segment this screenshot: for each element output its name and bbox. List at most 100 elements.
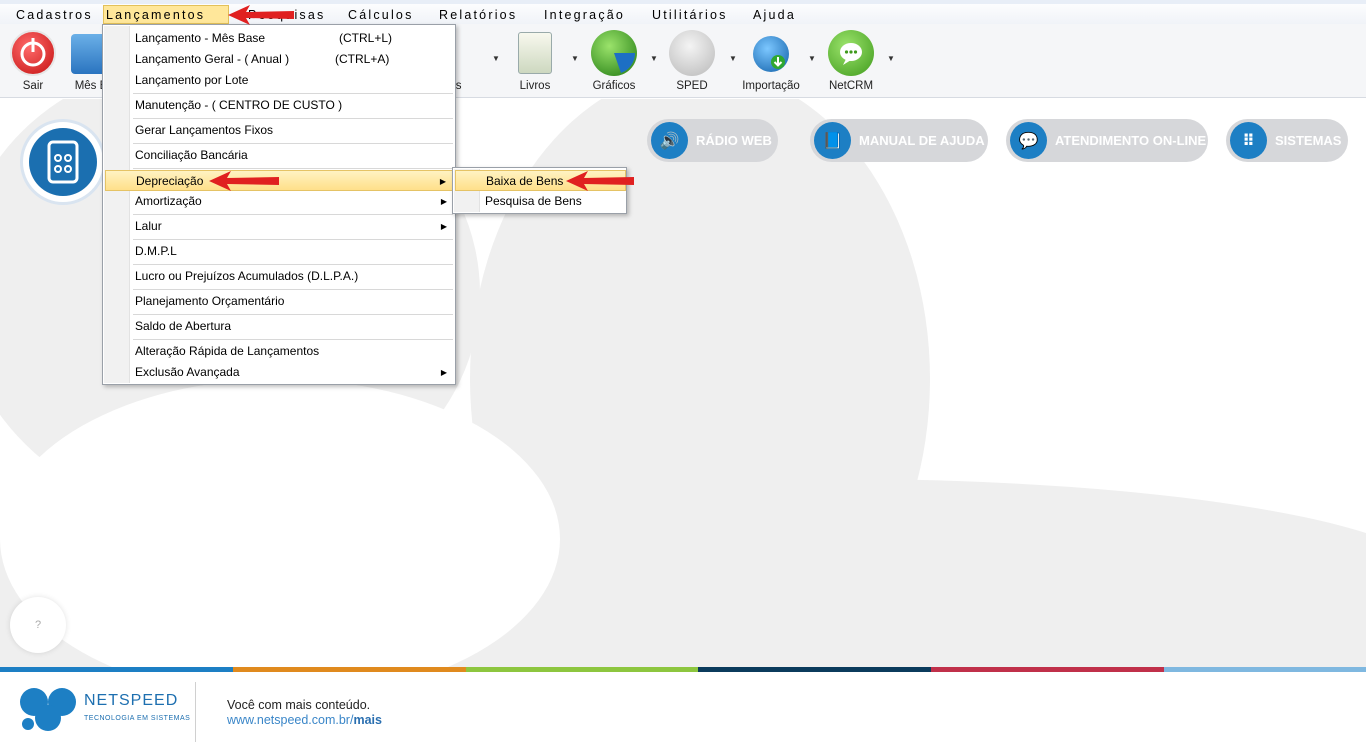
radio-web-button[interactable]: 🔊 RÁDIO WEB bbox=[647, 119, 778, 162]
menu-separator bbox=[133, 93, 453, 94]
menu-item-label: Amortização bbox=[135, 194, 202, 208]
menu-item-label: Exclusão Avançada bbox=[135, 365, 240, 379]
graficos-label: Gráficos bbox=[592, 80, 636, 92]
menu-item-lancamento-geral[interactable]: Lançamento Geral - ( Anual ) (CTRL+A) bbox=[105, 49, 453, 70]
menu-item-label: Saldo de Abertura bbox=[135, 319, 232, 333]
menu-item-label: Lançamento por Lote bbox=[135, 73, 249, 87]
menu-item-dlpa[interactable]: Lucro ou Prejuízos Acumulados (D.L.P.A.) bbox=[105, 266, 453, 287]
chat-icon bbox=[828, 30, 874, 76]
menu-item-label: D.M.P.L bbox=[135, 244, 177, 258]
menu-separator bbox=[133, 168, 453, 169]
annotation-arrow-icon bbox=[228, 5, 294, 25]
menu-relatorios[interactable]: Relatórios bbox=[437, 6, 519, 24]
menu-item-alteracao-rapida[interactable]: Alteração Rápida de Lançamentos bbox=[105, 341, 453, 362]
chevron-down-icon[interactable]: ▼ bbox=[808, 54, 816, 63]
grid-dots-icon: ⠿ bbox=[1230, 122, 1267, 159]
submenu-arrow-icon: ▶ bbox=[440, 222, 447, 231]
sistemas-label: SISTEMAS bbox=[1275, 133, 1342, 148]
calculator-badge[interactable] bbox=[20, 119, 106, 205]
lancamentos-dropdown: Lançamento - Mês Base (CTRL+L) Lançamento… bbox=[102, 24, 456, 385]
footer-link-suffix: mais bbox=[353, 713, 382, 727]
footer-message: Você com mais conteúdo. bbox=[227, 698, 371, 712]
menu-calculos[interactable]: Cálculos bbox=[346, 6, 416, 24]
menu-item-label: Pesquisa de Bens bbox=[485, 194, 582, 208]
chat-bubbles-icon: 💬 bbox=[1010, 122, 1047, 159]
radio-web-label: RÁDIO WEB bbox=[696, 133, 772, 148]
livros-button[interactable]: Livros bbox=[500, 28, 570, 96]
shortcut-label: (CTRL+A) bbox=[335, 52, 390, 66]
annotation-arrow-icon bbox=[566, 171, 634, 191]
menu-item-saldo-de-abertura[interactable]: Saldo de Abertura bbox=[105, 316, 453, 337]
sistemas-button[interactable]: ⠿ SISTEMAS bbox=[1226, 119, 1348, 162]
menu-item-label: Lançamento Geral - ( Anual ) bbox=[135, 52, 290, 66]
menu-item-label: Lucro ou Prejuízos Acumulados (D.L.P.A.) bbox=[135, 269, 359, 283]
submenu-arrow-icon: ▶ bbox=[440, 197, 447, 206]
menu-item-pesquisa-de-bens[interactable]: Pesquisa de Bens bbox=[455, 191, 626, 212]
chevron-down-icon[interactable]: ▼ bbox=[492, 54, 500, 63]
submenu-arrow-icon: ▶ bbox=[440, 368, 447, 377]
menu-separator bbox=[133, 118, 453, 119]
chevron-down-icon[interactable]: ▼ bbox=[887, 54, 895, 63]
netspeed-logo-icon bbox=[20, 688, 76, 731]
manual-ajuda-button[interactable]: 📘 MANUAL DE AJUDA bbox=[810, 119, 988, 162]
sped-icon bbox=[669, 30, 715, 76]
menu-separator bbox=[133, 264, 453, 265]
title-strip bbox=[0, 0, 1366, 4]
menu-item-manutencao[interactable]: Manutenção - ( CENTRO DE CUSTO ) bbox=[105, 95, 453, 116]
menu-item-label: Manutenção - ( CENTRO DE CUSTO ) bbox=[135, 98, 343, 112]
footer-link-prefix: www.netspeed.com.br/ bbox=[227, 713, 354, 727]
menu-separator bbox=[133, 314, 453, 315]
brand-tagline: TECNOLOGIA EM SISTEMAS bbox=[84, 715, 191, 722]
sped-label: SPED bbox=[676, 80, 708, 92]
annotation-arrow-icon bbox=[209, 171, 279, 191]
calculator-icon bbox=[29, 128, 97, 196]
menu-item-conciliacao-bancaria[interactable]: Conciliação Bancária bbox=[105, 145, 453, 166]
menu-item-label: Baixa de Bens bbox=[486, 174, 564, 188]
power-icon bbox=[10, 30, 56, 76]
menu-item-lancamento-por-lote[interactable]: Lançamento por Lote bbox=[105, 70, 453, 91]
menu-item-exclusao-avancada[interactable]: Exclusão Avançada ▶ bbox=[105, 362, 453, 383]
menu-separator bbox=[133, 289, 453, 290]
menu-item-planejamento-orcamentario[interactable]: Planejamento Orçamentário bbox=[105, 291, 453, 312]
netcrm-label: NetCRM bbox=[828, 80, 874, 92]
menu-lancamentos[interactable]: Lançamentos bbox=[103, 5, 229, 24]
chevron-down-icon[interactable]: ▼ bbox=[571, 54, 579, 63]
menu-item-label: Gerar Lançamentos Fixos bbox=[135, 123, 274, 137]
book-icon: 📘 bbox=[814, 122, 851, 159]
menu-utilitarios[interactable]: Utilitários bbox=[650, 6, 730, 24]
importacao-button[interactable]: Importação bbox=[736, 28, 806, 96]
menu-item-label: Depreciação bbox=[136, 174, 204, 188]
shortcut-label: (CTRL+L) bbox=[339, 31, 393, 45]
footer-divider bbox=[195, 682, 196, 742]
menu-item-lalur[interactable]: Lalur ▶ bbox=[105, 216, 453, 237]
menu-ajuda[interactable]: Ajuda bbox=[751, 6, 798, 24]
netcrm-button[interactable]: NetCRM bbox=[816, 28, 886, 96]
menu-item-label: Lalur bbox=[135, 219, 162, 233]
menu-item-amortizacao[interactable]: Amortização ▶ bbox=[105, 191, 453, 212]
menu-integracao[interactable]: Integração bbox=[542, 6, 627, 24]
graficos-button[interactable]: Gráficos bbox=[579, 28, 649, 96]
globe-download-icon bbox=[753, 36, 789, 72]
books-icon bbox=[518, 32, 552, 74]
atendimento-online-label: ATENDIMENTO ON-LINE bbox=[1055, 133, 1207, 148]
menu-item-label: Conciliação Bancária bbox=[135, 148, 248, 162]
menu-item-label: Planejamento Orçamentário bbox=[135, 294, 285, 308]
menu-item-dmpl[interactable]: D.M.P.L bbox=[105, 241, 453, 262]
importacao-label: Importação bbox=[742, 80, 800, 92]
atendimento-online-button[interactable]: 💬 ATENDIMENTO ON-LINE bbox=[1006, 119, 1208, 162]
menu-separator bbox=[133, 143, 453, 144]
menu-separator bbox=[133, 239, 453, 240]
footer-link[interactable]: www.netspeed.com.br/mais bbox=[227, 713, 382, 727]
menu-cadastros[interactable]: Cadastros bbox=[14, 6, 95, 24]
menu-item-label: Lançamento - Mês Base bbox=[135, 31, 266, 45]
menu-item-gerar-lancamentos-fixos[interactable]: Gerar Lançamentos Fixos bbox=[105, 120, 453, 141]
pie-chart-icon bbox=[591, 30, 637, 76]
speaker-icon: 🔊 bbox=[651, 122, 688, 159]
sped-button[interactable]: SPED bbox=[657, 28, 727, 96]
menu-separator bbox=[133, 214, 453, 215]
menu-separator bbox=[133, 339, 453, 340]
manual-ajuda-label: MANUAL DE AJUDA bbox=[859, 133, 985, 148]
menu-item-lancamento-mes-base[interactable]: Lançamento - Mês Base (CTRL+L) bbox=[105, 28, 453, 49]
menu-bar: Cadastros Lançamentos Pesquisas Cálculos… bbox=[0, 0, 1366, 24]
help-button[interactable]: ? bbox=[10, 597, 66, 653]
